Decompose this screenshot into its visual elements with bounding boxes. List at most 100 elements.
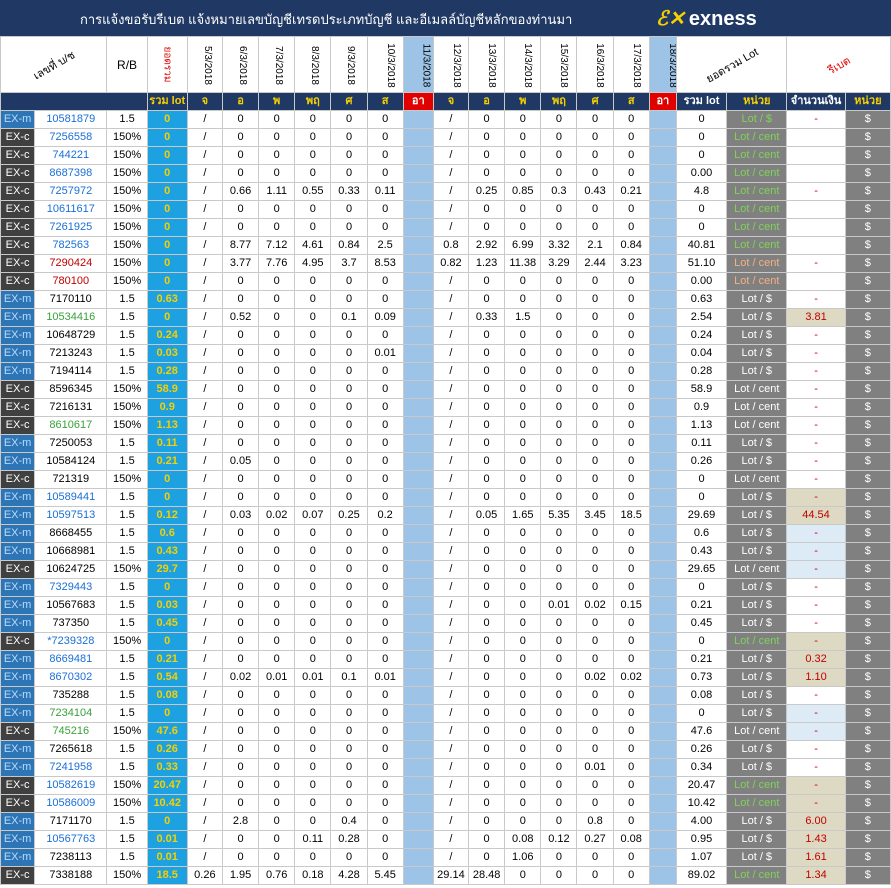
daily-lot: / (186, 848, 223, 867)
table-row: EX-m 7250053 1.5 0.11/0 0 0 0 0/0 0 0 0 0 0.11 Lot / … (0, 434, 891, 453)
daily-lot: 0 (330, 686, 368, 705)
daily-lot: 0 (221, 722, 260, 741)
sum-lot: 0 (675, 200, 728, 219)
sunday-gap (402, 236, 434, 255)
daily-lot: 0.66 (221, 182, 260, 201)
daily-lot: 0 (612, 218, 650, 237)
brand-name: exness (688, 8, 757, 30)
daily-lot: 0 (221, 362, 260, 381)
unit-label: Lot / $ (726, 452, 788, 471)
daily-lot: 0 (540, 776, 578, 795)
daily-lot: 0 (258, 344, 296, 363)
header-sum-lot-label: ยอดรวม Lot (704, 45, 761, 86)
header-account-label: เลขที่ บ/ช (31, 48, 78, 83)
daily-lot: 0 (258, 488, 296, 507)
table-row: EX-m 735288 1.5 0.08/0 0 0 0 0/0 0 0 0 0 0.08 Lot / $… (0, 686, 891, 705)
sum-lot: 0.21 (675, 596, 728, 615)
daily-lot: 0 (258, 596, 296, 615)
daily-lot: 0 (258, 164, 296, 183)
sunday-gap (648, 866, 677, 885)
daily-lot: 0 (612, 398, 650, 417)
table-row: EX-m 10597513 1.5 0.12/0.03 0.02 0.07 0.25 0.2/… (0, 506, 891, 525)
rebate-rate: 150% (106, 146, 148, 165)
daily-lot: 0 (366, 830, 404, 849)
unit-label: Lot / $ (726, 308, 788, 327)
sunday-gap (648, 614, 677, 633)
sunday-gap (648, 488, 677, 507)
daily-lot: 0 (576, 740, 614, 759)
daily-lot: 0 (576, 272, 614, 291)
daily-lot: 0 (468, 110, 506, 129)
currency-label: $ (844, 182, 891, 201)
daily-lot: / (432, 722, 470, 741)
daily-lot: 0 (540, 416, 578, 435)
table-row: EX-m 7265618 1.5 0.26/0 0 0 0 0/0 0 0 0 0 0.26 Lot / … (0, 740, 891, 759)
account-type: EX-c (0, 866, 36, 885)
unit-label: Lot / cent (726, 776, 788, 795)
unit-label: Lot / $ (726, 524, 788, 543)
daily-lot: / (432, 614, 470, 633)
account-number: 10624725 (34, 560, 108, 579)
sunday-gap (402, 200, 434, 219)
daily-lot: 0 (612, 344, 650, 363)
account-type: EX-m (0, 110, 36, 129)
daily-lot: 0 (540, 398, 578, 417)
daily-lot: 0 (612, 776, 650, 795)
daily-lot: 0 (612, 560, 650, 579)
daily-lot: 0 (258, 578, 296, 597)
currency-label: $ (844, 290, 891, 309)
sum-lot: 0 (675, 218, 728, 237)
daily-lot: 0 (576, 308, 614, 327)
daily-lot: / (186, 362, 223, 381)
day-label: จ (432, 92, 470, 111)
sunday-gap (648, 632, 677, 651)
daily-lot: 29.14 (432, 866, 470, 885)
account-number: 7234104 (34, 704, 108, 723)
unit-label: Lot / cent (726, 200, 788, 219)
daily-lot: 0.76 (258, 866, 296, 885)
daily-lot: 0 (294, 128, 332, 147)
rebate-amount: - (786, 416, 846, 435)
daily-lot: 0 (221, 614, 260, 633)
daily-lot: 0 (612, 614, 650, 633)
account-type: EX-m (0, 614, 36, 633)
sunday-gap (648, 722, 677, 741)
daily-lot: 0 (576, 578, 614, 597)
daily-lot: / (432, 470, 470, 489)
daily-lot: 0 (504, 668, 542, 687)
daily-lot: 0 (468, 650, 506, 669)
sunday-gap (648, 506, 677, 525)
account-type: EX-c (0, 398, 36, 417)
table-row: EX-c *7239328 150% 0/0 0 0 0 0/0 0 0 0 0 0 Lot / cent… (0, 632, 891, 651)
daily-lot: 0 (294, 740, 332, 759)
sunday-gap (402, 218, 434, 237)
currency-label: $ (844, 164, 891, 183)
daily-lot: 6.99 (504, 236, 542, 255)
daily-lot: 0 (504, 560, 542, 579)
daily-lot: 0 (330, 398, 368, 417)
rebate-amount: 44.54 (786, 506, 846, 525)
rebate-rate: 1.5 (106, 452, 148, 471)
daily-lot: 11.38 (504, 254, 542, 273)
daily-lot: 0 (612, 362, 650, 381)
rebate-amount (786, 218, 846, 237)
sunday-gap (402, 506, 434, 525)
sunday-gap (402, 380, 434, 399)
unit-label: Lot / $ (726, 614, 788, 633)
daily-lot: 0 (294, 416, 332, 435)
total-lot: 0.26 (146, 740, 188, 759)
sunday-gap (402, 524, 434, 543)
currency-label: $ (844, 398, 891, 417)
rebate-rate: 150% (106, 182, 148, 201)
day-label: พฤ (540, 92, 578, 111)
sum-lot: 0 (675, 470, 728, 489)
table-row: EX-m 10589441 1.5 0/0 0 0 0 0/0 0 0 0 0 0 Lot / $ - $ (0, 488, 891, 507)
sunday-gap (648, 830, 677, 849)
daily-lot: 0 (366, 434, 404, 453)
total-lot: 0.6 (146, 524, 188, 543)
rebate-rate: 1.5 (106, 830, 148, 849)
daily-lot: 0 (330, 524, 368, 543)
daily-lot: 0 (504, 866, 542, 885)
daily-lot: 0 (612, 848, 650, 867)
header-date: 5/3/2018 (186, 36, 223, 93)
